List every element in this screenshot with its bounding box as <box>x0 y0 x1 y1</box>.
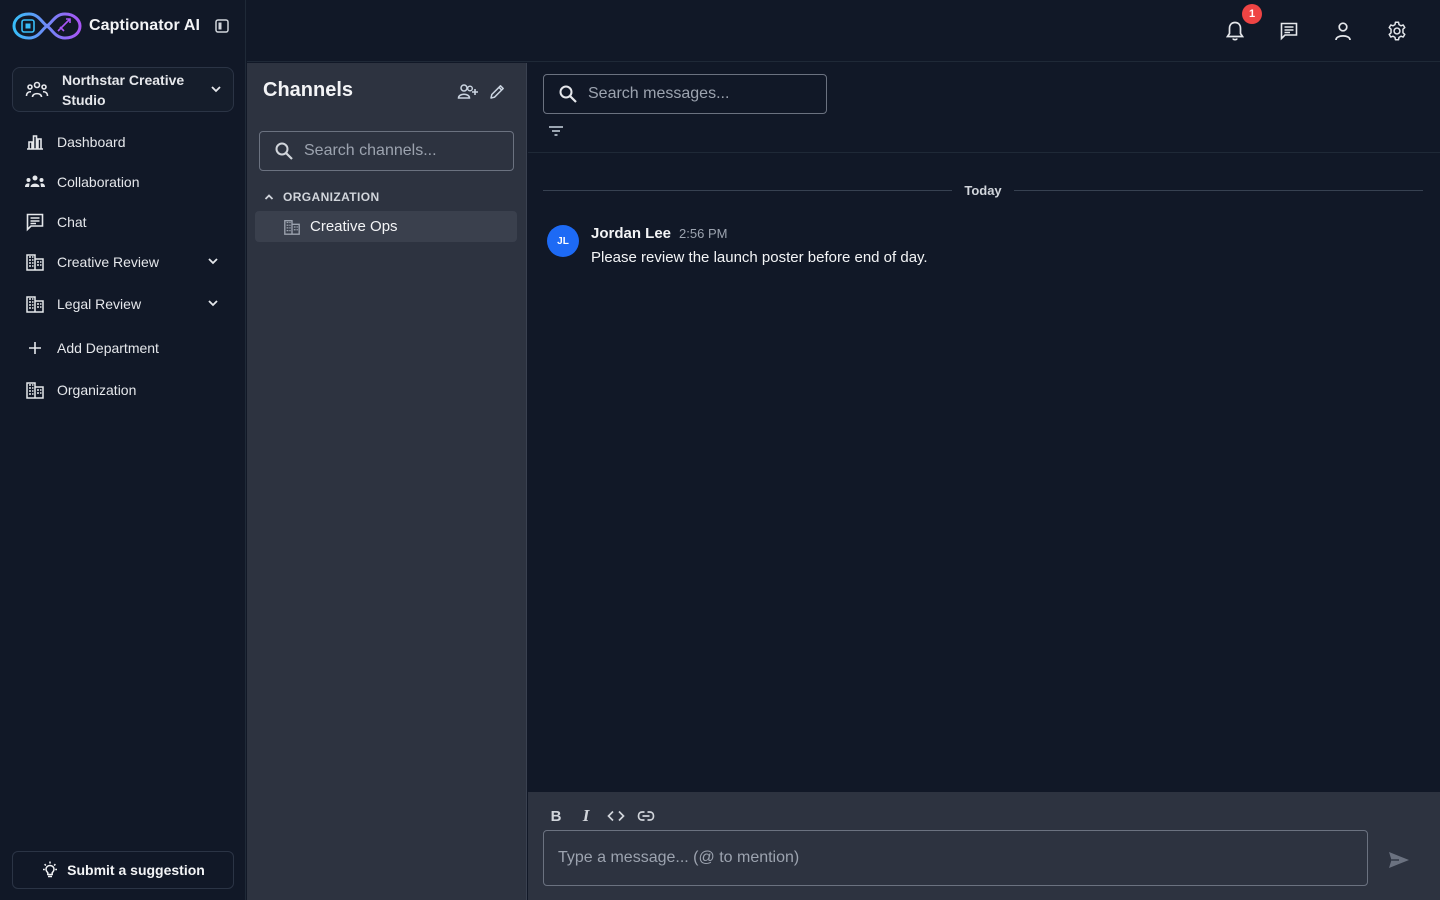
chat-icon <box>1280 22 1298 41</box>
bar-chart-icon <box>24 131 46 153</box>
message-timestamp: 2:56 PM <box>679 226 728 241</box>
message-search[interactable] <box>543 74 827 114</box>
channel-item-creative-ops[interactable]: Creative Ops <box>255 211 517 242</box>
groups-icon <box>24 171 46 193</box>
team-icon <box>25 81 49 97</box>
channel-group-label: ORGANIZATION <box>283 190 380 204</box>
code-button[interactable] <box>605 806 627 826</box>
send-icon <box>1389 852 1409 868</box>
workspace-name: Northstar Creative Studio <box>62 71 185 108</box>
nav-item-legal-review[interactable]: Legal Review <box>12 282 234 326</box>
chevron-down-icon[interactable] <box>206 254 220 268</box>
channels-panel: Channels ORGANIZATION Creative Ops <box>247 63 527 900</box>
chat-area: Today JL Jordan Lee 2:56 PM Please revie… <box>528 63 1440 900</box>
app-name: Captionator AI <box>89 17 201 34</box>
search-icon <box>559 85 577 103</box>
filter-icon <box>549 126 563 136</box>
chevron-down-icon <box>211 86 221 93</box>
nav-label: Add Department <box>57 340 159 356</box>
avatar[interactable]: JL <box>547 225 579 257</box>
search-icon <box>275 142 293 160</box>
add-people-icon <box>457 84 478 99</box>
message-author[interactable]: Jordan Lee <box>591 225 671 242</box>
chevron-up-icon <box>264 194 274 200</box>
sidebar-toggle-icon <box>215 19 229 33</box>
message-composer: B I <box>528 792 1440 900</box>
nav-item-creative-review[interactable]: Creative Review <box>12 242 234 282</box>
suggestion-label: Submit a suggestion <box>67 862 205 878</box>
nav-label: Organization <box>57 382 137 398</box>
link-button[interactable] <box>635 806 657 826</box>
left-sidebar: Captionator AI Northstar Creative Studio… <box>0 0 246 900</box>
messages-button[interactable] <box>1277 19 1301 43</box>
settings-button[interactable] <box>1385 19 1409 43</box>
pencil-icon <box>490 85 504 99</box>
divider <box>543 189 953 191</box>
channel-name: Creative Ops <box>310 218 398 235</box>
italic-button[interactable]: I <box>575 806 597 826</box>
building-icon <box>24 251 46 273</box>
link-icon <box>637 811 655 821</box>
nav-item-chat[interactable]: Chat <box>12 202 234 242</box>
channel-group-toggle[interactable]: ORGANIZATION <box>263 187 380 207</box>
brand[interactable]: Captionator AI <box>12 8 200 44</box>
nav-item-add-department[interactable]: Add Department <box>12 326 234 370</box>
gear-icon <box>1388 21 1406 41</box>
nav-label: Dashboard <box>57 134 126 150</box>
message-input[interactable] <box>558 849 1338 867</box>
code-icon <box>607 810 625 822</box>
send-button[interactable] <box>1386 848 1412 872</box>
plus-icon <box>24 337 46 359</box>
nav-label: Collaboration <box>57 174 140 190</box>
chevron-down-icon[interactable] <box>206 296 220 310</box>
nav-label: Creative Review <box>57 254 159 270</box>
new-channel-button[interactable] <box>486 81 508 103</box>
lightbulb-icon <box>43 861 58 878</box>
nav-item-collaboration[interactable]: Collaboration <box>12 162 234 202</box>
message-text: Please review the launch poster before e… <box>591 249 928 266</box>
profile-button[interactable] <box>1331 19 1355 43</box>
main-nav: Dashboard Collaboration Chat Creative Re… <box>12 122 234 410</box>
filter-button[interactable] <box>547 123 565 139</box>
notification-badge: 1 <box>1242 4 1262 24</box>
add-member-button[interactable] <box>457 81 479 103</box>
building-icon <box>284 219 300 235</box>
nav-item-dashboard[interactable]: Dashboard <box>12 122 234 162</box>
nav-label: Legal Review <box>57 296 142 312</box>
message-header: Jordan Lee 2:56 PM <box>591 225 727 245</box>
channel-search[interactable] <box>259 131 514 171</box>
user-icon <box>1335 22 1351 41</box>
building-icon <box>24 293 46 315</box>
nav-item-organization[interactable]: Organization <box>12 370 234 410</box>
workspace-switcher[interactable]: Northstar Creative Studio <box>12 67 234 112</box>
message-search-input[interactable] <box>588 85 818 103</box>
channel-search-input[interactable] <box>304 142 504 160</box>
nav-label: Chat <box>57 214 87 230</box>
day-separator: Today <box>543 181 1424 199</box>
message-input-box[interactable] <box>543 830 1368 886</box>
day-label: Today <box>964 182 1002 198</box>
divider <box>1013 189 1424 191</box>
bold-button[interactable]: B <box>545 806 567 826</box>
captionator-logo-icon <box>12 12 82 40</box>
divider <box>528 152 1440 153</box>
bell-icon <box>1225 21 1245 41</box>
channels-title: Channels <box>263 79 354 101</box>
building-icon <box>24 379 46 401</box>
collapse-sidebar-button[interactable] <box>212 16 232 36</box>
chat-icon <box>24 211 46 233</box>
notifications-button[interactable] <box>1223 19 1247 43</box>
submit-suggestion-button[interactable]: Submit a suggestion <box>12 851 234 889</box>
